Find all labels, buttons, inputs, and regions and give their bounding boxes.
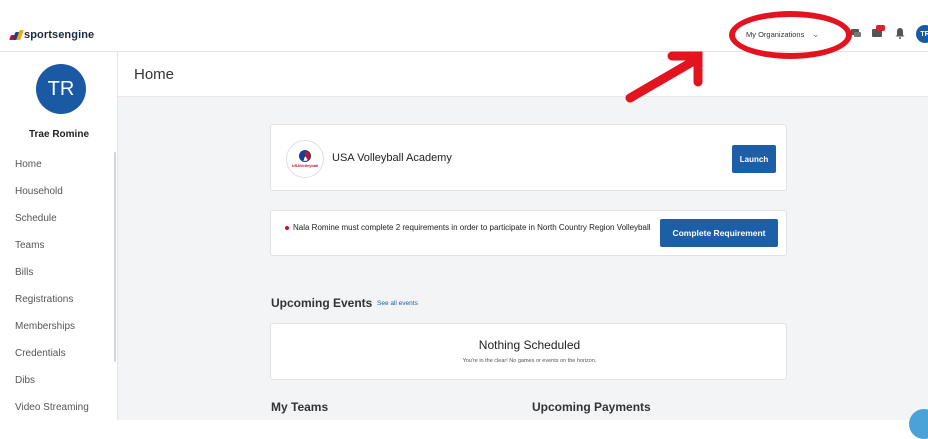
sidebar-item-teams[interactable]: Teams	[15, 239, 89, 266]
sidebar-item-dibs[interactable]: Dibs	[15, 374, 89, 401]
sidebar-item-registrations[interactable]: Registrations	[15, 293, 89, 320]
sidebar-nav: Home Household Schedule Teams Bills Regi…	[15, 158, 89, 428]
sidebar-item-home[interactable]: Home	[15, 158, 89, 185]
help-chat-button[interactable]	[909, 409, 928, 439]
user-name: Trae Romine	[28, 129, 90, 140]
alert-bullet-icon	[285, 226, 289, 230]
see-all-events-link[interactable]: See all events	[377, 300, 418, 307]
user-avatar[interactable]: TR	[916, 25, 928, 43]
page-header: Home	[118, 52, 928, 97]
sidebar-item-schedule[interactable]: Schedule	[15, 212, 89, 239]
empty-state-subtitle: You're in the clear! No games or events …	[462, 358, 597, 364]
sidebar-item-video-streaming[interactable]: Video Streaming	[15, 401, 89, 428]
page-title: Home	[134, 66, 175, 83]
organization-name: USA Volleyball Academy	[332, 152, 452, 164]
complete-requirement-button[interactable]: Complete Requirement	[660, 219, 778, 247]
usa-volleyball-logo-text: USAVolleyball	[291, 163, 319, 168]
logo-text: sportsengine	[24, 29, 95, 41]
profile-avatar[interactable]: TR	[36, 64, 86, 114]
red-arrow-icon	[625, 51, 703, 103]
sportsengine-logo[interactable]: sportsengine	[9, 29, 95, 41]
empty-state-title: Nothing Scheduled	[478, 338, 581, 352]
sidebar: TR Trae Romine Home Household Schedule T…	[0, 52, 118, 420]
upcoming-payments-title: Upcoming Payments	[532, 400, 651, 414]
my-teams-title: My Teams	[271, 400, 329, 414]
sidebar-item-household[interactable]: Household	[15, 185, 89, 212]
bell-icon[interactable]	[894, 27, 906, 39]
sidebar-item-bills[interactable]: Bills	[15, 266, 89, 293]
sidebar-scrollbar[interactable]	[114, 152, 116, 362]
requirement-card: Nala Romine must complete 2 requirements…	[270, 210, 787, 256]
sidebar-item-memberships[interactable]: Memberships	[15, 320, 89, 347]
events-card: Nothing Scheduled You're in the clear! N…	[270, 323, 787, 380]
sidebar-item-credentials[interactable]: Credentials	[15, 347, 89, 374]
logo-mark-icon	[9, 30, 24, 40]
main-content: Home USAVolleyball USA Volleyball Academ…	[118, 52, 928, 439]
launch-button[interactable]: Launch	[732, 145, 776, 173]
usa-volleyball-logo: USAVolleyball	[286, 140, 324, 178]
highlight-circle	[729, 11, 852, 59]
organization-card: USAVolleyball USA Volleyball Academy Lau…	[270, 124, 787, 191]
volleyball-icon	[299, 150, 311, 162]
requirement-text: Nala Romine must complete 2 requirements…	[293, 223, 651, 232]
upcoming-events-title: Upcoming Events	[271, 296, 373, 310]
message-badge-icon[interactable]	[871, 25, 885, 39]
